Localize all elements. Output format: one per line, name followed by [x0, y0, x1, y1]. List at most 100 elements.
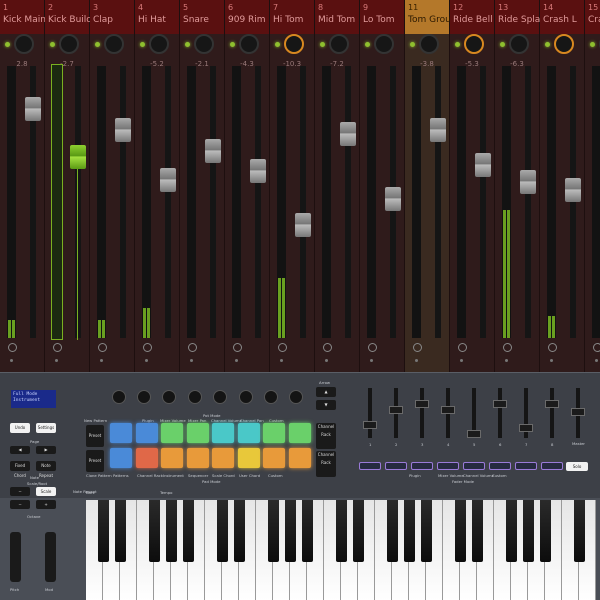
channel-strip[interactable]: 14 Crash L	[540, 0, 585, 372]
channel-strip[interactable]: 5 Snare -2.1	[180, 0, 225, 372]
fader-cap[interactable]	[25, 97, 41, 121]
page-right-button[interactable]: ▶	[36, 446, 56, 454]
pad-bottom[interactable]	[110, 448, 132, 468]
channel-header[interactable]: 7 Hi Tom	[270, 0, 314, 34]
pot-knob[interactable]	[188, 390, 202, 404]
pad-bottom[interactable]	[135, 448, 158, 468]
fader-cap[interactable]	[475, 153, 491, 177]
channel-strip[interactable]: 11 Tom Group -3.8	[405, 0, 457, 372]
channel-header[interactable]: 8 Mid Tom	[315, 0, 359, 34]
pad-top[interactable]	[237, 423, 260, 443]
clock-icon[interactable]	[458, 343, 467, 352]
black-key[interactable]	[267, 500, 279, 562]
black-key[interactable]	[284, 500, 296, 562]
fader-cap[interactable]	[520, 170, 536, 194]
clock-icon[interactable]	[548, 343, 557, 352]
fader-cap[interactable]	[160, 168, 176, 192]
clock-icon[interactable]	[503, 343, 512, 352]
clock-icon[interactable]	[323, 343, 332, 352]
pan-knob[interactable]	[464, 34, 484, 54]
fader-cap[interactable]	[295, 213, 311, 237]
route-dot[interactable]	[100, 359, 103, 362]
octave-minus-button[interactable]: −	[10, 500, 30, 509]
fader-button[interactable]	[463, 462, 485, 470]
channel-strip[interactable]: 6 909 Rim -4.3	[225, 0, 270, 372]
route-dot[interactable]	[190, 359, 193, 362]
fader-cap[interactable]	[205, 139, 221, 163]
fader-button[interactable]	[541, 462, 563, 470]
clock-icon[interactable]	[98, 343, 107, 352]
fader-cap[interactable]	[340, 122, 356, 146]
route-dot[interactable]	[460, 359, 463, 362]
pad-top[interactable]	[186, 423, 209, 443]
hw-fader-cap[interactable]	[545, 400, 559, 408]
fader-button[interactable]	[411, 462, 433, 470]
pitch-wheel[interactable]	[10, 532, 21, 582]
pan-knob[interactable]	[509, 34, 529, 54]
channel-header[interactable]: 4 Hi Hat	[135, 0, 179, 34]
preset-up-button[interactable]: Preset	[86, 425, 104, 447]
pan-knob[interactable]	[14, 34, 34, 54]
octave-plus-button[interactable]: +	[36, 500, 56, 509]
pan-knob[interactable]	[59, 34, 79, 54]
pad-top[interactable]	[135, 423, 158, 443]
pad-bottom[interactable]	[161, 448, 183, 468]
hw-fader-cap[interactable]	[363, 421, 377, 429]
fader-cap[interactable]	[385, 187, 401, 211]
black-key[interactable]	[386, 500, 398, 562]
pan-knob[interactable]	[419, 34, 439, 54]
pot-knob[interactable]	[162, 390, 176, 404]
clock-icon[interactable]	[413, 343, 422, 352]
channel-rack-up-button[interactable]: Channel Rack	[316, 423, 336, 449]
black-key[interactable]	[454, 500, 466, 562]
fader-button[interactable]	[385, 462, 407, 470]
pot-knob[interactable]	[137, 390, 151, 404]
pan-knob[interactable]	[374, 34, 394, 54]
black-key[interactable]	[471, 500, 483, 562]
channel-strip[interactable]: 9 Lo Tom	[360, 0, 405, 372]
arrow-down-button[interactable]: ▼	[316, 400, 336, 410]
pot-knob[interactable]	[264, 390, 278, 404]
route-dot[interactable]	[550, 359, 553, 362]
clock-icon[interactable]	[593, 343, 600, 352]
channel-strip[interactable]: 15 Crash R	[585, 0, 600, 372]
clock-icon[interactable]	[8, 343, 17, 352]
route-dot[interactable]	[145, 359, 148, 362]
pad-top[interactable]	[110, 423, 132, 443]
channel-header[interactable]: 3 Clap	[90, 0, 134, 34]
channel-strip[interactable]: 13 Ride Splash -6.3	[495, 0, 551, 372]
black-key[interactable]	[505, 500, 517, 562]
pad-bottom[interactable]	[212, 448, 234, 468]
black-key[interactable]	[216, 500, 228, 562]
pad-top[interactable]	[161, 423, 183, 443]
pot-knob[interactable]	[112, 390, 126, 404]
pan-knob[interactable]	[284, 34, 304, 54]
black-key[interactable]	[148, 500, 160, 562]
pad-top[interactable]	[288, 423, 311, 443]
pad-top[interactable]	[212, 423, 234, 443]
fader-cap[interactable]	[430, 118, 446, 142]
route-dot[interactable]	[280, 359, 283, 362]
channel-strip[interactable]: 2 Kick Build -2.7	[45, 0, 92, 372]
channel-header[interactable]: 12 Ride Bell	[450, 0, 494, 34]
channel-strip[interactable]: 3 Clap	[90, 0, 135, 372]
route-dot[interactable]	[505, 359, 508, 362]
clock-icon[interactable]	[53, 343, 62, 352]
preset-down-button[interactable]: Preset	[86, 450, 104, 472]
route-dot[interactable]	[10, 359, 13, 362]
black-key[interactable]	[420, 500, 432, 562]
clock-icon[interactable]	[368, 343, 377, 352]
fader-button[interactable]	[515, 462, 537, 470]
hw-fader-cap[interactable]	[389, 406, 403, 414]
pot-knob[interactable]	[213, 390, 227, 404]
black-key[interactable]	[182, 500, 194, 562]
route-dot[interactable]	[235, 359, 238, 362]
black-key[interactable]	[539, 500, 551, 562]
black-key[interactable]	[301, 500, 313, 562]
black-key[interactable]	[403, 500, 415, 562]
pad-bottom[interactable]	[263, 448, 285, 468]
route-dot[interactable]	[55, 359, 58, 362]
pan-knob[interactable]	[149, 34, 169, 54]
pan-knob[interactable]	[554, 34, 574, 54]
route-dot[interactable]	[595, 359, 598, 362]
